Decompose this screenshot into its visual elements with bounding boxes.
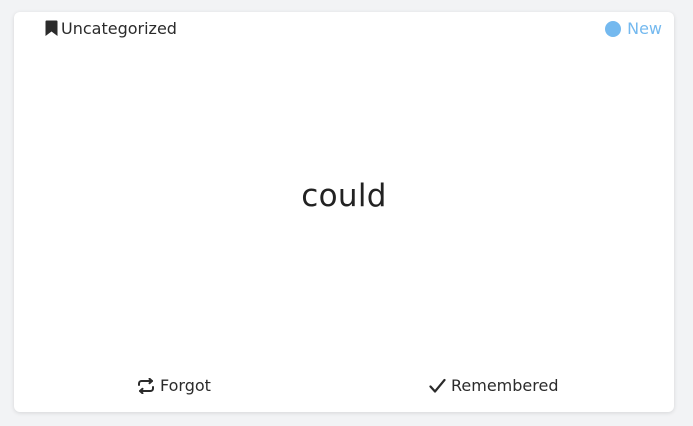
category-tag[interactable]: Uncategorized (45, 19, 177, 38)
forgot-button[interactable]: Forgot (137, 376, 211, 395)
status-label: New (627, 19, 662, 38)
category-label: Uncategorized (61, 19, 177, 38)
status-badge: New (605, 19, 662, 38)
flashcard: Uncategorized New could Forgot Remembere… (14, 12, 674, 412)
forgot-label: Forgot (160, 376, 211, 395)
card-actions: Forgot Remembered (14, 376, 674, 400)
remembered-label: Remembered (451, 376, 559, 395)
bookmark-icon (45, 20, 58, 37)
checkmark-icon (429, 378, 446, 394)
remembered-button[interactable]: Remembered (429, 376, 558, 395)
status-dot-icon (605, 20, 622, 37)
repeat-icon (137, 377, 155, 394)
flashcard-word: could (301, 178, 387, 214)
